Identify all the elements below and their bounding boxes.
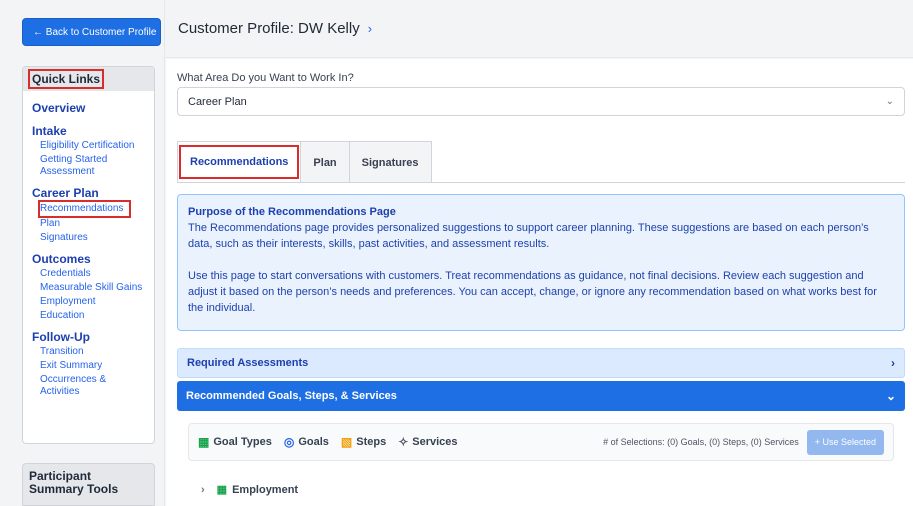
selection-count: # of Selections: (0) Goals, (0) Steps, (… [603, 437, 799, 447]
legend-goals: ◎ Goals [284, 435, 329, 449]
work-area-label: What Area Do you Want to Work In? [177, 72, 354, 84]
info-paragraph-1: The Recommendations page provides person… [188, 222, 869, 250]
recommended-goals-accordion[interactable]: Recommended Goals, Steps, & Services ⌄ [177, 381, 905, 411]
tab-bar: Recommendations Plan Signatures [177, 139, 432, 183]
ql-link-getting-started-assessment[interactable]: Getting Started Assessment [32, 154, 142, 178]
tab-divider [177, 182, 905, 183]
ql-section-intake[interactable]: Intake [32, 124, 154, 138]
required-assessments-label: Required Assessments [187, 357, 309, 369]
legend-goals-label: Goals [298, 436, 329, 448]
chevron-down-icon: ⌄ [885, 389, 896, 403]
tab-plan-label: Plan [313, 156, 337, 169]
ql-link-occurrences-activities[interactable]: Occurrences & Activities [32, 374, 127, 398]
chevron-down-icon: ⌄ [885, 96, 894, 107]
page-header: Customer Profile: DW Kelly › [166, 0, 913, 58]
tab-recommendations-label: Recommendations [178, 144, 300, 179]
main-content: What Area Do you Want to Work In? Career… [166, 59, 913, 506]
quick-links-panel: Quick Links Overview Intake Eligibility … [22, 66, 155, 444]
ql-link-employment[interactable]: Employment [32, 296, 154, 308]
quick-links-title: Quick Links [27, 69, 105, 89]
info-title: Purpose of the Recommendations Page [188, 206, 396, 218]
required-assessments-accordion[interactable]: Required Assessments › [177, 348, 905, 378]
legend-steps: ▧ Steps [341, 435, 386, 449]
chevron-right-icon: › [891, 356, 895, 370]
legend-services: ✧ Services [398, 435, 457, 449]
tab-plan[interactable]: Plan [300, 141, 350, 183]
ql-link-measurable-skill-gains[interactable]: Measurable Skill Gains [32, 282, 154, 294]
participant-summary-tools-header[interactable]: Participant Summary Tools [22, 463, 155, 506]
ql-link-education[interactable]: Education [32, 310, 154, 322]
purpose-info-box: Purpose of the Recommendations Page The … [177, 194, 905, 331]
ql-section-outcomes[interactable]: Outcomes [32, 252, 154, 266]
work-area-select[interactable]: Career Plan ⌄ [177, 87, 905, 116]
ql-link-plan[interactable]: Plan [32, 218, 154, 230]
steps-icon: ▧ [340, 435, 353, 449]
chevron-right-icon[interactable]: › [368, 21, 372, 36]
back-button-label: ← Back to Customer Profile [33, 26, 157, 38]
tab-signatures-label: Signatures [361, 156, 419, 169]
ql-link-recommendations[interactable]: Recommendations [32, 200, 154, 218]
info-paragraph-2: Use this page to start conversations wit… [188, 270, 877, 314]
goal-types-icon: ▦ [198, 435, 210, 449]
ql-section-follow-up[interactable]: Follow-Up [32, 330, 154, 344]
tree-item-label: Employment [232, 483, 299, 496]
work-area-value: Career Plan [188, 95, 247, 108]
tab-signatures[interactable]: Signatures [348, 141, 432, 183]
page-title: Customer Profile: DW Kelly [178, 20, 360, 37]
legend-goal-types-label: Goal Types [213, 436, 272, 448]
tab-recommendations[interactable]: Recommendations [177, 141, 302, 183]
ql-section-career-plan[interactable]: Career Plan [32, 186, 154, 200]
ql-link-recommendations-label: Recommendations [37, 200, 132, 218]
chevron-right-icon[interactable]: › [201, 484, 205, 496]
legend-goal-types: ▦ Goal Types [198, 435, 272, 449]
legend-steps-label: Steps [356, 436, 387, 448]
recommended-goals-label: Recommended Goals, Steps, & Services [186, 390, 397, 402]
ql-link-exit-summary[interactable]: Exit Summary [32, 360, 154, 372]
legend-services-label: Services [412, 436, 458, 448]
sidebar: ← Back to Customer Profile Quick Links O… [0, 0, 165, 506]
services-icon: ✧ [398, 435, 409, 449]
selection-toolbar: ▦ Goal Types ◎ Goals ▧ Steps ✧ Services … [188, 423, 894, 461]
ql-section-overview[interactable]: Overview [32, 101, 154, 115]
ql-link-eligibility-certification[interactable]: Eligibility Certification [32, 140, 154, 152]
quick-links-header: Quick Links [23, 67, 154, 91]
tree-item-employment[interactable]: › ▦ Employment [201, 483, 299, 497]
use-selected-button[interactable]: + Use Selected [806, 429, 884, 455]
goal-types-icon: ▦ [216, 484, 228, 496]
ql-link-transition[interactable]: Transition [32, 346, 154, 358]
goals-icon: ◎ [283, 435, 295, 449]
back-to-customer-profile-button[interactable]: ← Back to Customer Profile [22, 18, 161, 46]
ql-link-credentials[interactable]: Credentials [32, 268, 154, 280]
ql-link-signatures[interactable]: Signatures [32, 232, 154, 244]
